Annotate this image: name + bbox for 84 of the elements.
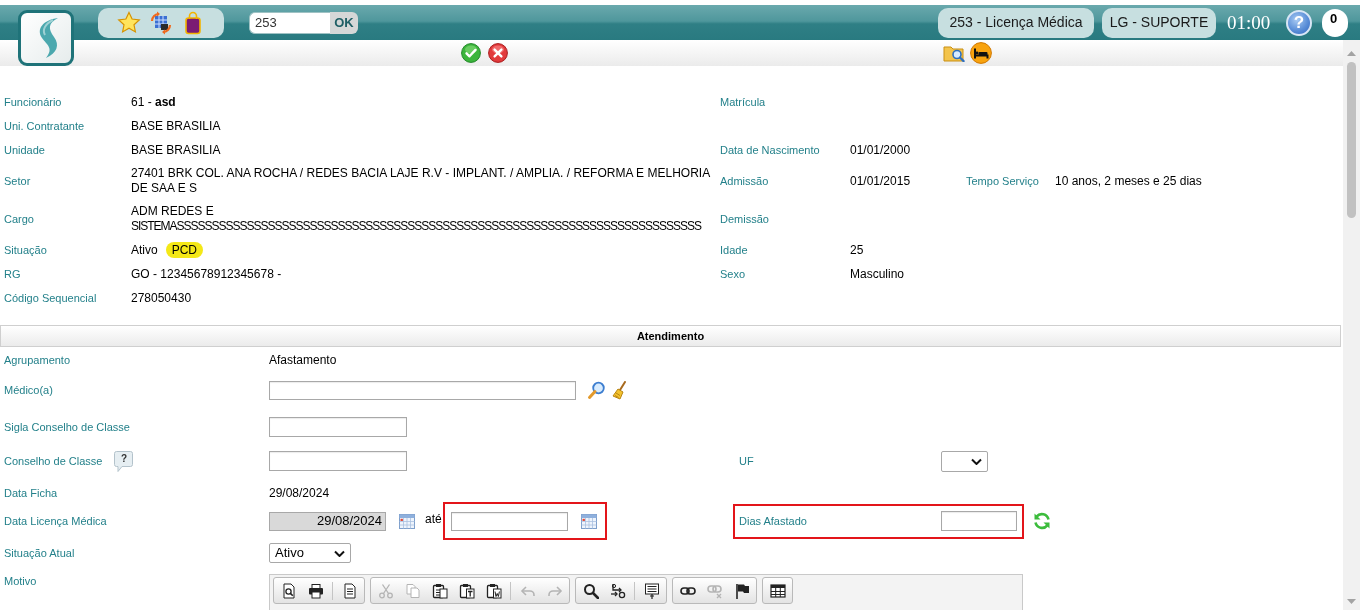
field-label: RG <box>4 266 22 282</box>
bed-icon[interactable] <box>970 42 992 64</box>
field-value: 27401 BRK COL. ANA ROCHA / REDES BACIA LAJE R.V - IMPLANT. / AMPLIA. / REFORMA E MELHORIA DE SAA E S <box>131 166 711 196</box>
field-label: Unidade <box>4 142 46 158</box>
field-value: ADM REDES E SISTEMASSSSSSSSSSSSSSSSSSSSSSSSSSSSSSSSSSSSSSSSSSSSSSSSSSSSSSSSSSSSSSSSSSSSSSSSSSS <box>131 204 703 234</box>
text-field[interactable] <box>269 380 576 400</box>
field-value: 01/01/2015 <box>850 173 912 189</box>
field-label: Situação <box>4 242 48 258</box>
field-label: Data Licença Médica <box>4 514 107 528</box>
scroll-up-icon[interactable] <box>1347 51 1356 56</box>
clipboard-w-icon[interactable] <box>485 582 502 599</box>
chevron-down-icon <box>971 457 982 465</box>
user-button[interactable]: LG - SUPORTE <box>1102 7 1216 38</box>
ok-button[interactable]: OK <box>330 11 358 34</box>
text-block-icon[interactable] <box>643 582 660 599</box>
calendar-icon[interactable] <box>399 513 415 529</box>
field-label: Uni. Contratante <box>4 118 86 134</box>
text-field[interactable] <box>269 417 407 437</box>
date-field[interactable] <box>450 511 568 531</box>
scrollbar-thumb[interactable] <box>1347 62 1356 218</box>
field-label: Sigla Conselho de Classe <box>4 420 130 434</box>
field-label: até <box>425 511 442 528</box>
check-icon[interactable] <box>461 43 481 63</box>
calendar-icon[interactable] <box>580 513 597 529</box>
select-field[interactable] <box>941 450 988 472</box>
field-label: Setor <box>4 173 32 189</box>
field-label: Demissão <box>720 211 770 227</box>
field-label: Data de Nascimento <box>720 142 821 158</box>
session-timer: 01:00 <box>1227 13 1270 32</box>
text-field[interactable] <box>269 451 407 471</box>
printer-icon[interactable] <box>307 582 324 599</box>
field-label: Sexo <box>720 266 747 282</box>
help-button[interactable]: ? <box>114 450 134 472</box>
field-label: Admissão <box>720 173 770 189</box>
flag-icon[interactable] <box>733 582 750 599</box>
field-value: 10 anos, 2 meses e 25 dias <box>1055 173 1203 189</box>
field-label: Médico(a) <box>4 383 53 397</box>
field-label: Motivo <box>4 574 37 588</box>
field-value: GO - 12345678912345678 - <box>131 266 283 282</box>
field-value: BASE BRASILIA <box>131 118 222 134</box>
scroll-down-icon[interactable] <box>1347 599 1356 604</box>
field-label: Código Sequencial <box>4 290 98 306</box>
select-field[interactable]: Ativo <box>269 543 351 563</box>
screen-button[interactable]: 253 - Licença Médica <box>938 7 1094 38</box>
field-label: Tempo Serviço <box>966 173 1040 189</box>
field-label: UF <box>739 453 755 469</box>
field-value: 61 - asd <box>131 94 177 110</box>
right-arrows-icon[interactable] <box>609 582 626 599</box>
search-field[interactable]: 253 <box>249 11 330 34</box>
logo-icon <box>18 10 74 66</box>
field-label: Agrupamento <box>4 352 71 367</box>
field-label: Cargo <box>4 211 35 227</box>
field-label: Dias Afastado <box>739 513 808 529</box>
field-label: Funcionário <box>4 94 63 110</box>
grid-arrows-icon[interactable] <box>149 10 173 35</box>
clipboard-icon[interactable] <box>431 582 448 599</box>
status-badge: PCD <box>165 242 204 258</box>
broom-icon[interactable] <box>612 380 629 400</box>
field-value: Ativo <box>131 242 158 258</box>
star-icon[interactable] <box>117 10 141 35</box>
field-value: Afastamento <box>269 351 337 369</box>
field-value: 25 <box>850 242 865 258</box>
chevron-down-icon <box>334 549 345 557</box>
notification-count[interactable]: 0 <box>1322 8 1348 37</box>
field-value: 29/08/2024 <box>269 485 330 502</box>
folder-search-icon[interactable] <box>943 44 965 62</box>
field-value: BASE BRASILIA <box>131 142 222 158</box>
document-icon[interactable] <box>341 582 358 599</box>
clipboard-t-icon[interactable] <box>458 582 475 599</box>
close-icon[interactable] <box>488 43 508 63</box>
document-search-icon[interactable] <box>280 582 297 599</box>
search-icon[interactable] <box>582 582 599 599</box>
text-field[interactable] <box>941 511 1017 531</box>
refresh-icon[interactable] <box>1033 512 1051 530</box>
field-value: 01/01/2000 <box>850 142 912 158</box>
table-icon[interactable] <box>769 582 786 599</box>
field-label: Matrícula <box>720 94 767 110</box>
field-label: Situação Atual <box>4 546 75 560</box>
field-label: Conselho de Classe <box>4 454 103 468</box>
field-value: 278050430 <box>131 290 193 306</box>
section-header: Atendimento <box>0 325 1341 347</box>
field-label: Idade <box>720 242 749 258</box>
field-label: Data Ficha <box>4 486 58 500</box>
field-value: Masculino <box>850 266 906 282</box>
